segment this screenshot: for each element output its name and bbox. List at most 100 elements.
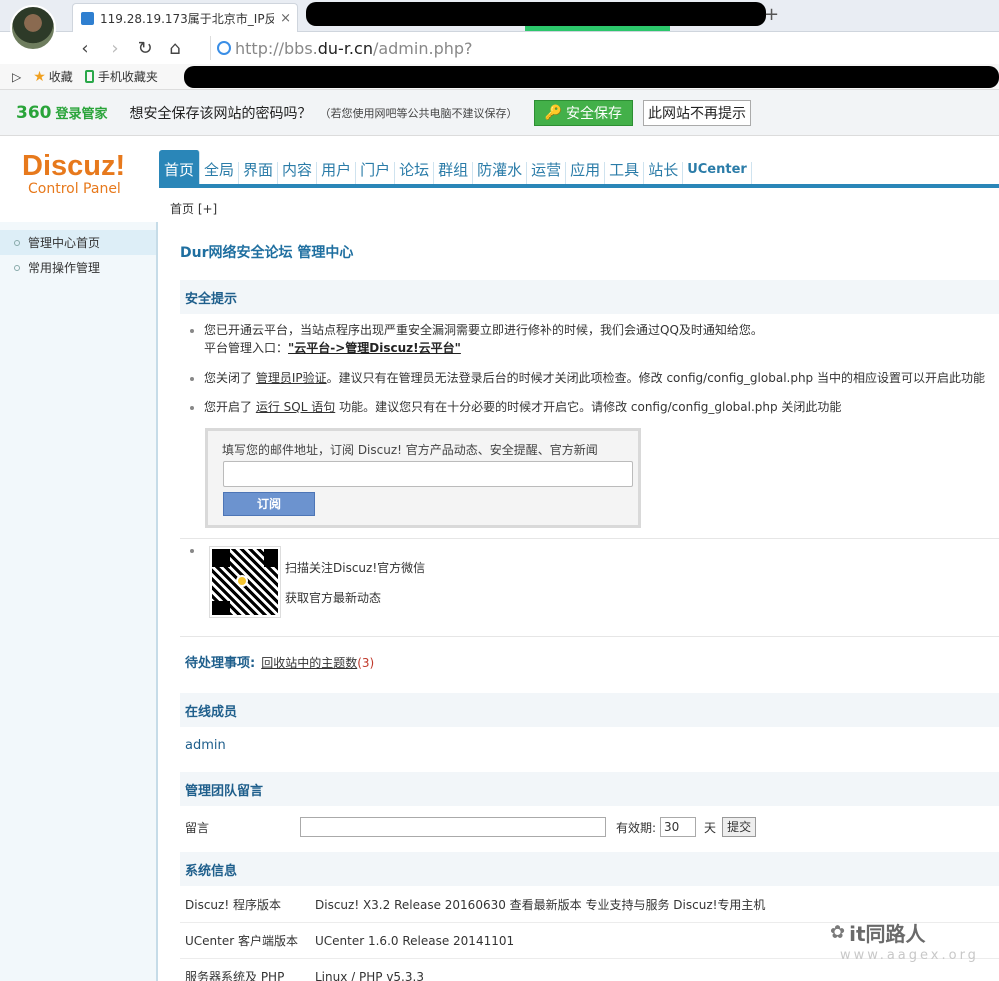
subscribe-box: 填写您的邮件地址，订阅 Discuz! 官方产品动态、安全提醒、官方新闻 订阅 — [205, 428, 641, 528]
phone-icon — [84, 70, 94, 83]
url-path: /admin.php? — [372, 38, 473, 58]
key-icon: 🔑 — [544, 104, 562, 121]
email-input[interactable] — [223, 461, 633, 487]
site-favicon-icon — [81, 11, 94, 25]
back-icon[interactable]: ‹ — [70, 38, 100, 59]
watermark: ✿ it同路人 — [830, 922, 926, 946]
info-value: Discuz! X3.2 Release 20160630 查看最新版本 专业支… — [315, 898, 766, 912]
browser-tab[interactable]: 119.28.19.173属于北京市_IP反查 × — [72, 3, 298, 32]
wechat-icon: ✿ — [830, 922, 846, 943]
days-unit: 天 — [704, 820, 717, 835]
tab-title: 119.28.19.173属于北京市_IP反查 — [100, 11, 275, 26]
main-content: Dur网络安全论坛 管理中心 安全提示 您已开通云平台，当站点程序出现严重安全漏… — [180, 222, 999, 981]
subscribe-button[interactable]: 订阅 — [223, 492, 315, 516]
nav-apps[interactable]: 应用 — [566, 162, 606, 186]
bullet-icon — [190, 328, 194, 333]
validity-days-input[interactable]: 30 — [660, 817, 697, 837]
bullet-icon — [14, 239, 20, 246]
qr-caption-2: 获取官方最新动态 — [285, 591, 382, 605]
nav-portal[interactable]: 门户 — [356, 162, 396, 186]
info-value: UCenter 1.6.0 Release 20141101 — [315, 933, 515, 948]
breadcrumb[interactable]: 首页 [+] — [170, 200, 217, 217]
tip-cloud: 您已开通云平台，当站点程序出现严重安全漏洞需要立即进行修补的时候，我们会通过QQ… — [190, 321, 763, 357]
qr-logo-icon — [236, 575, 248, 587]
browser-tab-bar: 119.28.19.173属于北京市_IP反查 × + — [0, 0, 999, 32]
submit-button[interactable]: 提交 — [722, 817, 757, 837]
online-members-header: 在线成员 — [180, 693, 999, 727]
redaction-block — [184, 66, 999, 88]
nav-home[interactable]: 首页 — [159, 150, 201, 186]
nav-webmaster[interactable]: 站长 — [644, 162, 684, 186]
divider — [180, 538, 999, 539]
info-key: Discuz! 程序版本 — [185, 898, 281, 912]
address-bar[interactable]: http://bbs. du-r.cn/admin.php? — [210, 36, 995, 60]
sidebar-item-common-ops[interactable]: 常用操作管理 — [0, 255, 156, 280]
info-key: 服务器系统及 PHP — [185, 970, 285, 981]
message-label: 留言 — [185, 820, 210, 835]
message-input[interactable] — [300, 817, 606, 837]
tip-ip-check: 您关闭了 管理员IP验证。建议只有在管理员无法登录后台的时候才关闭此项检查。修改… — [190, 369, 985, 387]
save-password-question: 想安全保存该网站的密码吗？ — [129, 105, 312, 122]
user-avatar[interactable] — [10, 5, 56, 51]
info-value: Linux / PHP v5.3.3 — [315, 969, 424, 981]
pending-label: 待处理事项: — [185, 656, 256, 671]
save-password-note: （若您使用网吧等公共电脑不建议保存） — [319, 106, 518, 120]
never-prompt-button[interactable]: 此网站不再提示 — [642, 99, 751, 126]
reload-icon[interactable]: ↻ — [130, 38, 160, 59]
tip-sql: 您开启了 运行 SQL 语句 功能。建议您只有在十分必要的时候才开启它。请修改 … — [190, 398, 841, 416]
system-info-header: 系统信息 — [180, 852, 999, 886]
run-sql-link[interactable]: 运行 SQL 语句 — [256, 400, 335, 414]
nav-global[interactable]: 全局 — [200, 162, 240, 186]
nav-content[interactable]: 内容 — [278, 162, 318, 186]
main-nav: 首页 全局 界面 内容 用户 门户 论坛 群组 防灌水 运营 应用 工具 站长 … — [159, 146, 752, 186]
url-prefix: http://bbs. — [235, 38, 318, 58]
browser-nav-bar: ‹ › ↻ ⌂ http://bbs. du-r.cn/admin.php? — [0, 32, 999, 64]
home-icon[interactable]: ⌂ — [160, 38, 190, 59]
sidebar-item-admin-home[interactable]: 管理中心首页 — [0, 230, 156, 255]
nav-ucenter[interactable]: UCenter — [683, 162, 752, 186]
nav-forum[interactable]: 论坛 — [395, 162, 435, 186]
bookmark-favorites[interactable]: ★ 收藏 — [33, 68, 73, 85]
redaction-block — [306, 2, 766, 26]
info-key: UCenter 客户端版本 — [185, 934, 298, 948]
tab-close-icon[interactable]: × — [280, 11, 291, 26]
nav-antispam[interactable]: 防灌水 — [473, 162, 528, 186]
team-message-form: 留言 有效期: 30 天 提交 — [180, 812, 999, 842]
sidebar-toggle-icon[interactable]: ▷ — [12, 70, 21, 84]
nav-interface[interactable]: 界面 — [239, 162, 279, 186]
page-title: Dur网络安全论坛 管理中心 — [180, 245, 354, 261]
admin-ip-link[interactable]: 管理员IP验证 — [256, 371, 327, 385]
nav-groups[interactable]: 群组 — [434, 162, 474, 186]
discuz-header: Discuz! Control Panel 首页 全局 界面 内容 用户 门户 … — [0, 136, 999, 222]
validity-label: 有效期: — [616, 820, 657, 835]
pending-items: 待处理事项: 回收站中的主题数(3) — [185, 652, 374, 671]
safe-save-button[interactable]: 🔑 安全保存 — [533, 99, 633, 126]
bookmark-mobile[interactable]: 手机收藏夹 — [84, 68, 158, 85]
qr-caption-1: 扫描关注Discuz!官方微信 — [285, 561, 426, 575]
page-info-icon[interactable] — [217, 41, 231, 55]
tab-loading-indicator — [525, 26, 670, 31]
recycle-bin-link[interactable]: 回收站中的主题数 — [261, 656, 357, 670]
bullet-icon — [14, 264, 20, 271]
online-user[interactable]: admin — [185, 738, 226, 753]
brand-sub: 登录管家 — [55, 107, 108, 122]
pending-count: (3) — [357, 656, 375, 670]
discuz-logo[interactable]: Discuz! Control Panel — [22, 150, 125, 197]
brand-360: 360 — [16, 102, 52, 123]
bullet-icon — [190, 376, 194, 381]
nav-operations[interactable]: 运营 — [527, 162, 567, 186]
forward-icon[interactable]: › — [100, 38, 130, 59]
nav-tools[interactable]: 工具 — [605, 162, 645, 186]
watermark-url: www.aagex.org — [840, 948, 979, 963]
cloud-platform-link[interactable]: "云平台->管理Discuz!云平台" — [288, 341, 461, 355]
nav-underline — [159, 184, 999, 188]
new-tab-icon[interactable]: + — [764, 4, 779, 25]
star-icon: ★ — [33, 68, 46, 85]
url-domain: du-r.cn — [317, 38, 373, 58]
bullet-icon — [190, 405, 194, 410]
divider — [180, 636, 999, 637]
security-tips-header: 安全提示 — [180, 280, 999, 314]
admin-sidebar: 管理中心首页 常用操作管理 — [0, 222, 158, 981]
password-save-bar: 360 登录管家 想安全保存该网站的密码吗？ （若您使用网吧等公共电脑不建议保存… — [0, 90, 999, 136]
nav-users[interactable]: 用户 — [317, 162, 357, 186]
